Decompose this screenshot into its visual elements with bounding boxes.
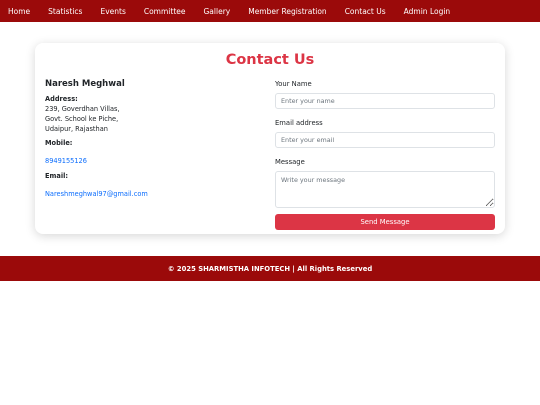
email-label: Email:	[45, 172, 68, 180]
address-line: 239, Goverdhan Villas,	[45, 105, 120, 113]
send-message-button[interactable]: Send Message	[275, 214, 495, 230]
top-navbar: Home Statistics Events Committee Gallery…	[0, 0, 540, 22]
email-link[interactable]: Nareshmeghwal97@gmail.com	[45, 190, 148, 198]
name-group: Your Name	[275, 80, 495, 109]
mobile-label: Mobile:	[45, 139, 73, 147]
contact-form: Your Name Email address Message Send Mes…	[275, 80, 495, 230]
address-line: Udaipur, Rajasthan	[45, 125, 108, 133]
email-block: Email: Nareshmeghwal97@gmail.com	[45, 172, 265, 200]
contact-card: Contact Us Naresh Meghwal Address: 239, …	[35, 43, 505, 234]
name-input[interactable]	[275, 93, 495, 109]
nav-contact-us[interactable]: Contact Us	[345, 7, 386, 16]
mobile-link[interactable]: 8949155126	[45, 157, 87, 165]
contact-details: Naresh Meghwal Address: 239, Goverdhan V…	[45, 79, 265, 200]
address-line: Govt. School ke Piche,	[45, 115, 119, 123]
address-label: Address:	[45, 95, 78, 103]
message-input[interactable]	[275, 171, 495, 208]
email-input[interactable]	[275, 132, 495, 148]
email-field-label: Email address	[275, 119, 323, 127]
nav-admin-login[interactable]: Admin Login	[404, 7, 451, 16]
nav-statistics[interactable]: Statistics	[48, 7, 82, 16]
contact-name: Naresh Meghwal	[45, 79, 125, 89]
footer: © 2025 SHARMISTHA INFOTECH | All Rights …	[0, 256, 540, 281]
nav-gallery[interactable]: Gallery	[204, 7, 231, 16]
nav-home[interactable]: Home	[8, 7, 30, 16]
email-group: Email address	[275, 119, 495, 148]
nav-member-registration[interactable]: Member Registration	[248, 7, 326, 16]
nav-events[interactable]: Events	[100, 7, 125, 16]
name-label: Your Name	[275, 80, 312, 88]
nav-committee[interactable]: Committee	[144, 7, 186, 16]
footer-text: © 2025 SHARMISTHA INFOTECH | All Rights …	[167, 264, 373, 273]
page-title: Contact Us	[225, 52, 315, 68]
message-group: Message	[275, 158, 495, 208]
message-label: Message	[275, 158, 305, 166]
address-block: Address: 239, Goverdhan Villas, Govt. Sc…	[45, 95, 265, 134]
mobile-block: Mobile: 8949155126	[45, 139, 265, 167]
